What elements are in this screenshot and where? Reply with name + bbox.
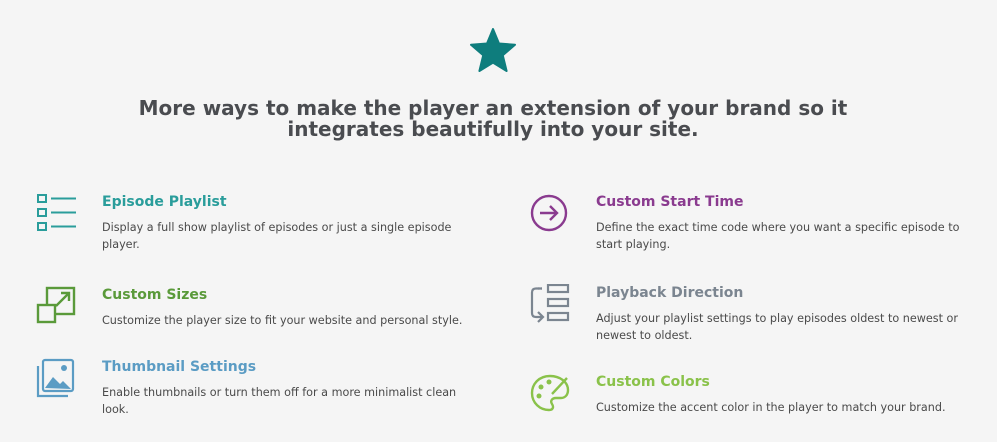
feature-title: Custom Colors <box>596 374 710 390</box>
resize-icon <box>36 286 78 328</box>
feature-description: Enable thumbnails or turn them off for a… <box>102 386 457 416</box>
palette-icon <box>530 373 572 415</box>
feature-title: Thumbnail Settings <box>102 359 257 375</box>
page-headline: More ways to make the player an extensio… <box>138 96 848 141</box>
image-icon <box>36 358 78 400</box>
feature-description: Define the exact time code where you wan… <box>596 221 960 251</box>
feature-thumbnail-settings: Thumbnail Settings Enable thumbnails or … <box>36 358 476 428</box>
arrow-right-circle-icon <box>530 193 572 235</box>
feature-description: Customize the accent color in the player… <box>596 401 946 414</box>
feature-description: Display a full show playlist of episodes… <box>102 221 452 251</box>
star-icon <box>470 28 516 72</box>
playlist-icon <box>36 193 78 235</box>
feature-title: Episode Playlist <box>102 194 227 210</box>
feature-custom-sizes: Custom Sizes Customize the player size t… <box>36 286 476 336</box>
feature-episode-playlist: Episode Playlist Display a full show pla… <box>36 193 476 263</box>
features-section: More ways to make the player an extensio… <box>0 0 997 442</box>
feature-description: Customize the player size to fit your we… <box>102 314 463 327</box>
feature-custom-start-time: Custom Start Time Define the exact time … <box>530 193 980 263</box>
feature-description: Adjust your playlist settings to play ep… <box>596 312 958 342</box>
feature-custom-colors: Custom Colors Customize the accent color… <box>530 373 980 423</box>
feature-playback-direction: Playback Direction Adjust your playlist … <box>530 283 980 354</box>
feature-title: Playback Direction <box>596 285 744 301</box>
feature-title: Custom Sizes <box>102 287 208 303</box>
feature-title: Custom Start Time <box>596 194 744 210</box>
reorder-icon <box>530 283 572 326</box>
